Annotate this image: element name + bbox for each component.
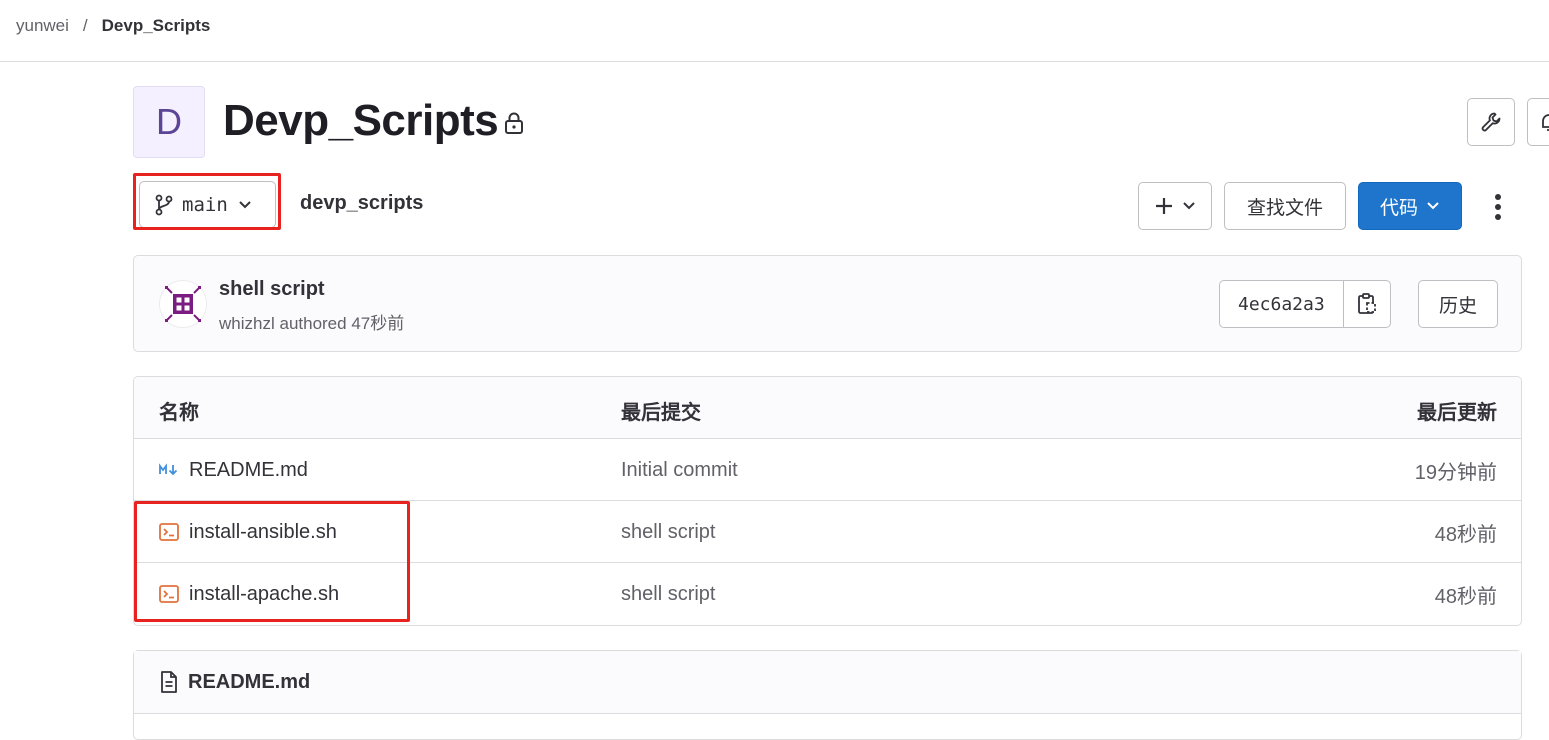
avatar[interactable]: [159, 280, 207, 328]
breadcrumb-project-link[interactable]: Devp_Scripts: [102, 16, 211, 36]
top-bar: yunwei / Devp_Scripts: [0, 0, 1549, 62]
column-header-last-update: 最后更新: [1417, 402, 1497, 424]
find-file-button[interactable]: 查找文件: [1224, 182, 1346, 230]
file-name-cell[interactable]: README.md: [159, 439, 308, 501]
table-row[interactable]: README.md Initial commit 19分钟前: [134, 439, 1521, 501]
last-update-time: 19分钟前: [1414, 461, 1497, 484]
chevron-down-icon: [1183, 202, 1195, 210]
breadcrumb-separator: /: [82, 16, 88, 35]
more-actions-button[interactable]: [1484, 190, 1512, 224]
commit-meta: whizhzl authored 47秒前: [219, 309, 404, 334]
breadcrumb-group-link[interactable]: yunwei: [16, 16, 69, 36]
commit-authored-label: authored: [279, 314, 347, 333]
kebab-dot: [1495, 214, 1501, 220]
commit-message-link[interactable]: shell script: [621, 563, 715, 625]
files-highlight-box: [134, 501, 410, 622]
project-avatar[interactable]: D: [133, 86, 205, 158]
kebab-dot: [1495, 194, 1501, 200]
column-header-last-commit: 最后提交: [621, 402, 701, 424]
readme-card: README.md: [133, 650, 1522, 740]
copy-sha-button[interactable]: [1344, 281, 1390, 327]
last-update-time: 48秒前: [1434, 585, 1497, 608]
settings-button[interactable]: [1467, 98, 1515, 146]
history-button[interactable]: 历史: [1418, 280, 1498, 328]
notifications-button[interactable]: [1527, 98, 1549, 146]
commit-author-link[interactable]: whizhzl: [219, 314, 275, 333]
commit-sha-button[interactable]: 4ec6a2a3: [1220, 281, 1344, 327]
file-name-link[interactable]: README.md: [189, 459, 308, 482]
branch-highlight-box: [133, 173, 281, 230]
breadcrumb: yunwei / Devp_Scripts: [16, 16, 210, 36]
chevron-down-icon: [1427, 202, 1439, 210]
commit-time: 47秒前: [351, 314, 405, 333]
last-commit-card: shell script whizhzl authored 47秒前 4ec6a…: [133, 255, 1522, 352]
copy-clipboard-icon: [1357, 293, 1376, 314]
kebab-dot: [1495, 204, 1501, 210]
plus-icon: [1156, 198, 1172, 214]
lock-icon: [505, 112, 523, 134]
markdown-icon: [159, 463, 181, 477]
identicon-icon: [165, 286, 201, 322]
commit-message-link[interactable]: Initial commit: [621, 439, 738, 501]
commit-sha-group: 4ec6a2a3: [1219, 280, 1391, 328]
code-dropdown-button[interactable]: 代码: [1358, 182, 1462, 230]
readme-header: README.md: [134, 651, 1521, 714]
readme-title-link[interactable]: README.md: [188, 671, 310, 694]
bell-icon: [1542, 114, 1549, 131]
table-header: 名称 最后提交 最后更新: [134, 377, 1521, 439]
column-header-name: 名称: [159, 402, 199, 424]
commit-message-link[interactable]: shell script: [621, 501, 715, 563]
add-dropdown-button[interactable]: [1138, 182, 1212, 230]
page-title: Devp_Scripts: [223, 96, 499, 145]
wrench-icon: [1481, 112, 1501, 132]
document-icon: [160, 670, 178, 694]
code-button-label: 代码: [1379, 197, 1418, 219]
last-update-time: 48秒前: [1434, 523, 1497, 546]
repository-path[interactable]: devp_scripts: [300, 192, 423, 215]
commit-title-link[interactable]: shell script: [219, 278, 325, 301]
